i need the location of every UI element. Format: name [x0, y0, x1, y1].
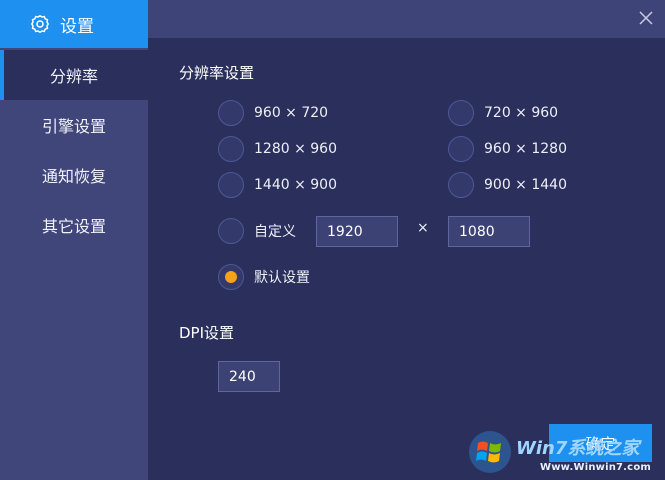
resolution-section-title: 分辨率设置: [179, 64, 255, 82]
sidebar-item-resolution[interactable]: 分辨率: [0, 50, 148, 100]
option-label: 720 × 960: [484, 105, 559, 121]
settings-window: 设置 分辨率 引擎设置 通知恢复 其它设置 分辨率设置 960 × 720 72…: [0, 0, 665, 480]
radio-button[interactable]: [218, 100, 244, 126]
watermark-url: Www.Winwin7.com: [540, 462, 652, 473]
sidebar: 设置 分辨率 引擎设置 通知恢复 其它设置: [0, 0, 148, 480]
resolution-option-1440x900[interactable]: 1440 × 900: [218, 171, 337, 199]
sidebar-item-other-settings[interactable]: 其它设置: [0, 200, 148, 250]
sidebar-item-notification-restore[interactable]: 通知恢复: [0, 150, 148, 200]
radio-button[interactable]: [448, 172, 474, 198]
sidebar-item-engine-settings[interactable]: 引擎设置: [0, 100, 148, 150]
sidebar-title: 设置: [60, 16, 94, 37]
title-bar: [148, 0, 665, 38]
radio-button[interactable]: [218, 172, 244, 198]
gear-icon: [30, 14, 50, 34]
resolution-option-960x720[interactable]: 960 × 720: [218, 99, 328, 127]
radio-button[interactable]: [218, 264, 244, 290]
custom-width-input[interactable]: [316, 216, 398, 247]
dpi-section-title: DPI设置: [179, 324, 235, 342]
confirm-button[interactable]: 确定: [549, 424, 652, 462]
resolution-option-720x960[interactable]: 720 × 960: [448, 99, 558, 127]
option-label: 960 × 1280: [484, 141, 567, 157]
resolution-option-960x1280[interactable]: 960 × 1280: [448, 135, 567, 163]
resolution-option-1280x960[interactable]: 1280 × 960: [218, 135, 337, 163]
times-separator: ×: [417, 220, 429, 236]
resolution-option-default[interactable]: 默认设置: [218, 263, 310, 291]
option-label: 1440 × 900: [254, 177, 337, 193]
resolution-option-900x1440[interactable]: 900 × 1440: [448, 171, 567, 199]
resolution-option-custom[interactable]: 自定义: [218, 217, 296, 245]
sidebar-header: 设置: [0, 0, 148, 48]
close-button[interactable]: [636, 8, 656, 28]
dpi-input[interactable]: [218, 361, 280, 392]
radio-button[interactable]: [448, 136, 474, 162]
option-label: 自定义: [254, 224, 296, 240]
option-label: 1280 × 960: [254, 141, 337, 157]
custom-height-input[interactable]: [448, 216, 530, 247]
option-label: 默认设置: [254, 270, 310, 286]
close-icon: [639, 11, 653, 25]
radio-button[interactable]: [218, 218, 244, 244]
radio-button[interactable]: [218, 136, 244, 162]
radio-button[interactable]: [448, 100, 474, 126]
option-label: 960 × 720: [254, 105, 329, 121]
windows-logo-icon: [469, 431, 511, 473]
option-label: 900 × 1440: [484, 177, 567, 193]
